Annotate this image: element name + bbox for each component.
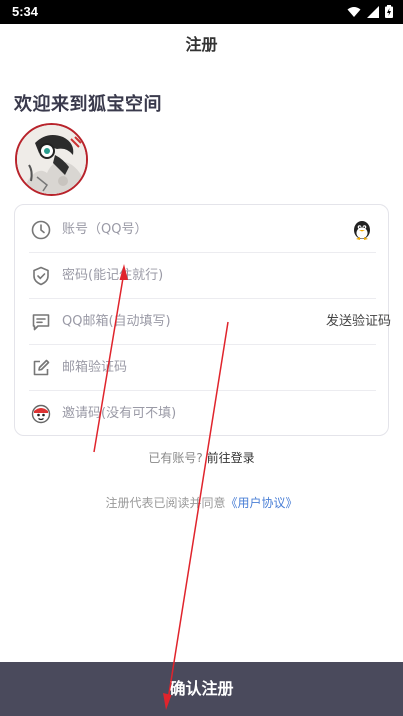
email-code-input[interactable]: 邮箱验证码	[62, 345, 127, 391]
login-prompt-text: 已有账号?	[148, 451, 203, 465]
edit-icon	[33, 359, 50, 376]
email-input[interactable]: QQ邮箱(自动填写)	[62, 299, 171, 345]
invite-avatar-icon	[31, 404, 51, 424]
password-field[interactable]: 密码(能记住就行)	[29, 253, 376, 299]
shield-icon	[33, 266, 49, 286]
wifi-icon	[347, 6, 361, 17]
account-input[interactable]: 账号（QQ号）	[62, 207, 147, 253]
login-prompt: 已有账号? 前往登录	[0, 449, 403, 466]
email-field[interactable]: QQ邮箱(自动填写) 发送验证码	[29, 299, 391, 345]
register-form: 账号（QQ号） 密码(能记住就行) QQ邮箱(自动填写) 发送验证码 邮箱验证码…	[14, 204, 391, 437]
invite-code-input[interactable]: 邀请码(没有可不填)	[62, 391, 176, 437]
battery-icon	[385, 5, 393, 18]
email-code-field[interactable]: 邮箱验证码	[29, 345, 376, 391]
send-code-button[interactable]: 发送验证码	[326, 299, 391, 345]
status-bar: 5:34	[0, 0, 403, 24]
status-icons	[347, 5, 393, 18]
avatar[interactable]	[15, 123, 88, 196]
clock-icon	[31, 220, 51, 240]
agreement-text: 注册代表已阅读并同意	[105, 496, 226, 510]
avatar-image	[17, 125, 86, 194]
goto-login-link[interactable]: 前往登录	[207, 451, 255, 465]
welcome-heading: 欢迎来到狐宝空间	[14, 94, 162, 115]
confirm-register-button[interactable]: 确认注册	[0, 662, 403, 716]
user-agreement-link[interactable]: 《用户协议》	[226, 496, 298, 510]
agreement-line: 注册代表已阅读并同意《用户协议》	[0, 494, 403, 511]
password-input[interactable]: 密码(能记住就行)	[62, 253, 163, 299]
status-time: 5:34	[12, 4, 39, 19]
message-icon	[32, 314, 50, 331]
invite-code-field[interactable]: 邀请码(没有可不填)	[29, 391, 376, 437]
account-field[interactable]: 账号（QQ号）	[29, 207, 376, 253]
page-title: 注册	[185, 35, 218, 54]
qq-penguin-icon[interactable]	[351, 219, 373, 241]
signal-icon	[367, 5, 379, 18]
